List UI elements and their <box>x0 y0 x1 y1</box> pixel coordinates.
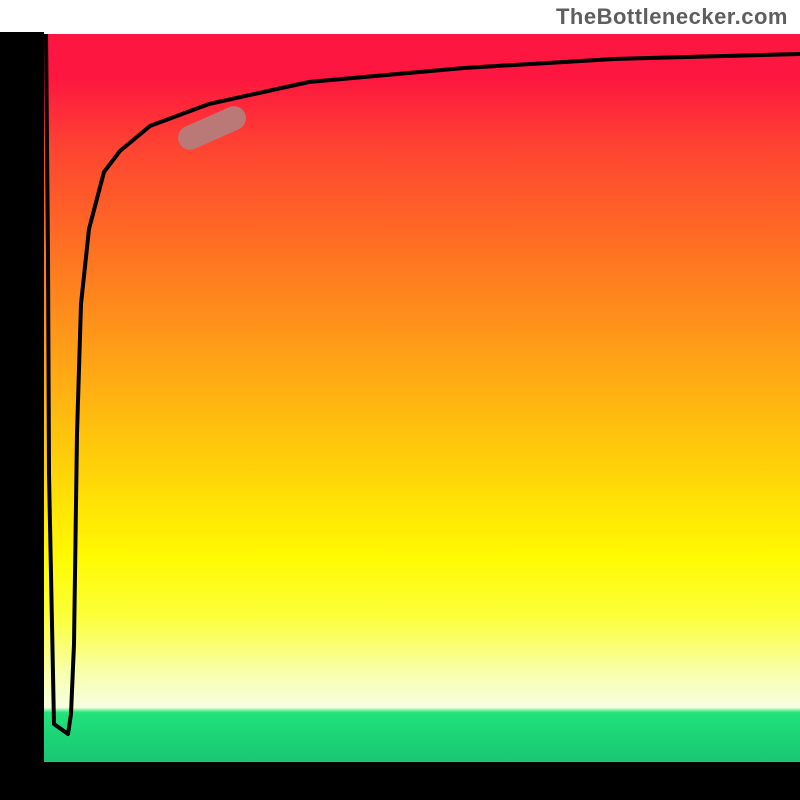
plot-area <box>44 34 800 762</box>
bottleneck-curve <box>44 34 800 762</box>
chart-stage: TheBottlenecker.com <box>0 0 800 800</box>
